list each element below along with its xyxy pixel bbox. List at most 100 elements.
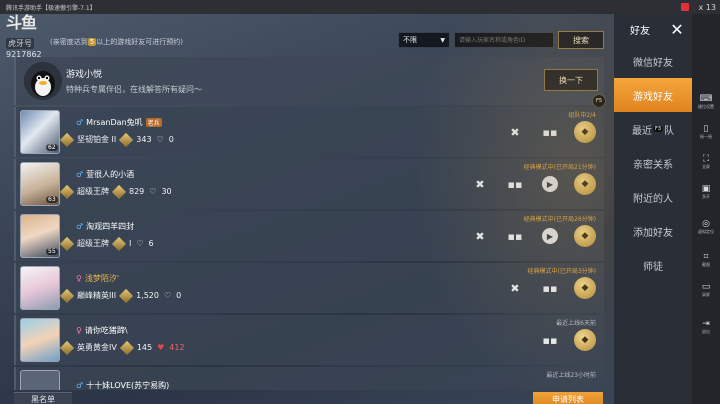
friend-row[interactable]: 62 ♂ MrsanDan兔叽 老兵 坚韧铂金 II 343 ♡ 0 组队中2/… [14, 107, 604, 157]
chevron-down-icon: ▼ [440, 36, 445, 44]
friend-status: 经典模式中(已开局26分钟) [523, 216, 596, 223]
rank-badge-icon [59, 236, 75, 251]
friend-rank: 超级王牌 [77, 187, 109, 196]
logo-mark: 斗鱼 [6, 13, 37, 32]
friend-rank: 超级王牌 [77, 239, 109, 248]
rank-badge-icon [59, 340, 75, 355]
tab-team-label: 队 [664, 125, 675, 137]
friend-name-line: ♂ 萱很人的小酒 [76, 169, 134, 180]
friend-name-line: ♂ 十十妹LOVE(苏宁易购) [76, 380, 169, 390]
friend-name: 浅梦陌汐' [84, 274, 120, 283]
emu-label: 录屏 [702, 292, 710, 297]
friend-score: I [129, 239, 132, 248]
emu-location[interactable]: ◎ 虚拟定位 [692, 219, 720, 235]
friend-row[interactable]: ♂ 十十妹LOVE(苏宁易购) 最近上线23小时前 [14, 367, 604, 390]
player-search-input[interactable] [454, 32, 554, 48]
friend-likes: 412 [169, 343, 185, 352]
emu-screenshot[interactable]: ⌗ 截图 [692, 252, 720, 268]
titlebar-controls: x 13 [680, 0, 716, 14]
friend-row[interactable]: 63 ♂ 萱很人的小酒 超级王牌 829 ♡ 30 经典模式中(已开局21分钟)… [14, 159, 604, 209]
tab-game-friends[interactable]: 游戏好友 [614, 78, 692, 112]
emu-keymap[interactable]: ⌨ 键位设置 [692, 94, 720, 110]
female-icon: ♀ [76, 326, 82, 335]
spectate-play-icon[interactable]: ▶ [542, 176, 558, 192]
friend-likes: 0 [176, 291, 182, 300]
remove-friend-icon[interactable]: ✖ [469, 225, 491, 247]
heart-filled-icon: ♥ [157, 343, 165, 352]
remove-friend-icon[interactable]: ✖ [504, 121, 526, 143]
close-icon[interactable]: ✕ [666, 18, 688, 40]
status-filter-dropdown[interactable]: 不限 ▼ [398, 32, 450, 48]
tab-recent-team[interactable]: 最近 F3 队 [614, 112, 692, 146]
friend-rank-line: 巅峰精英III 1,520 ♡ 0 [59, 288, 182, 303]
gift-coin-icon[interactable]: ◆ [574, 277, 596, 299]
friend-name: 请你吃猪蹄\ [84, 326, 128, 335]
notification-count: x 13 [698, 2, 716, 12]
assistant-card: 游戏小悦 特种兵专属伴侣，在线解答所有疑问～ 换一下 [14, 57, 604, 105]
multi-window-icon: ▣ [701, 184, 711, 194]
friend-row[interactable]: 55 ♂ 淘观四羊四封 超级王牌 I ♡ 6 经典模式中(已开局26分钟) ✖ … [14, 211, 604, 261]
remove-friend-icon[interactable]: ✖ [469, 173, 491, 195]
rank-badge-icon [59, 132, 75, 147]
spectate-play-icon[interactable]: ▶ [542, 228, 558, 244]
friend-rank: 巅峰精英III [77, 291, 117, 300]
friend-name: MrsanDan兔叽 [86, 118, 143, 127]
veteran-tag: 老兵 [145, 118, 162, 127]
chat-icon[interactable]: ▪▪ [504, 173, 526, 195]
friend-rank: 英勇黄金IV [77, 343, 117, 352]
swap-button[interactable]: 换一下 [544, 69, 598, 91]
rank-badge-icon [59, 288, 75, 303]
record-icon: ▭ [701, 282, 711, 292]
tab-add-friend[interactable]: 添加好友 [614, 214, 692, 248]
request-list-button[interactable]: 申请列表 [533, 392, 603, 404]
emu-label: 虚拟定位 [698, 229, 714, 234]
friend-likes: 30 [161, 187, 172, 196]
gift-coin-icon[interactable]: ◆ [574, 121, 596, 143]
male-icon: ♂ [76, 118, 84, 127]
remove-friend-icon[interactable]: ✖ [504, 277, 526, 299]
emu-label: 摇一摇 [700, 134, 712, 139]
blacklist-button[interactable]: 黑名单 [14, 392, 72, 404]
emulator-sidebar: ⌨ 键位设置 ▯ 摇一摇 ⛶ 全屏 ▣ 多开 ◎ 虚拟定位 ⌗ 截图 ▭ 录屏 ⇥ 退出 [692, 14, 720, 404]
penguin-icon [24, 62, 62, 100]
chat-icon[interactable]: ▪▪ [539, 121, 561, 143]
tier-star-icon [119, 288, 134, 303]
friend-score: 145 [136, 343, 153, 352]
friend-row[interactable]: ♀ 请你吃猪蹄\ 英勇黄金IV 145 ♥ 412 最近上线6天前 ▪▪ ◆ [14, 315, 604, 365]
chat-icon[interactable]: ▪▪ [539, 277, 561, 299]
emu-label: 键位设置 [698, 104, 714, 109]
gift-coin-icon[interactable]: ◆ [574, 329, 596, 351]
chat-icon[interactable]: ▪▪ [504, 225, 526, 247]
friend-status: 最近上线23小时前 [546, 372, 596, 379]
emu-shake[interactable]: ▯ 摇一摇 [692, 124, 720, 140]
tab-mentor[interactable]: 师徒 [614, 248, 692, 282]
friend-rank-line: 英勇黄金IV 145 ♥ 412 [59, 340, 185, 355]
heart-icon: ♡ [149, 187, 157, 196]
friend-likes: 0 [168, 135, 174, 144]
window-titlebar: 腾讯手游助手【极速傲引擎-7.1】 x 13 [0, 0, 720, 14]
friend-row[interactable]: ♀ 浅梦陌汐' 巅峰精英III 1,520 ♡ 0 经典模式中(已开局3分钟) … [14, 263, 604, 313]
emu-record[interactable]: ▭ 录屏 [692, 282, 720, 298]
friend-avatar[interactable] [20, 370, 60, 390]
fullscreen-icon: ⛶ [702, 154, 710, 164]
tab-intimate[interactable]: 亲密关系 [614, 146, 692, 180]
tab-wechat-friends[interactable]: 微信好友 [614, 44, 692, 78]
rank-badge-icon [59, 184, 75, 199]
location-icon: ◎ [702, 219, 710, 229]
chat-icon[interactable]: ▪▪ [539, 329, 561, 351]
emu-label: 截图 [702, 262, 710, 267]
emu-fullscreen[interactable]: ⛶ 全屏 [692, 154, 720, 170]
search-button[interactable]: 搜索 [558, 31, 604, 49]
male-icon: ♂ [76, 381, 84, 390]
notification-icon[interactable] [680, 3, 689, 11]
gift-coin-icon[interactable]: ◆ [574, 173, 596, 195]
friend-avatar[interactable] [20, 318, 60, 362]
gift-coin-icon[interactable]: ◆ [574, 225, 596, 247]
tier-star-icon [119, 132, 134, 147]
tab-nearby[interactable]: 附近的人 [614, 180, 692, 214]
emu-exit[interactable]: ⇥ 退出 [692, 319, 720, 335]
emu-multi[interactable]: ▣ 多开 [692, 184, 720, 200]
hint-text-post: 以上的游戏好友可进行预约) [96, 38, 183, 46]
friend-avatar[interactable] [20, 266, 60, 310]
crop-icon: ⌗ [703, 252, 709, 262]
